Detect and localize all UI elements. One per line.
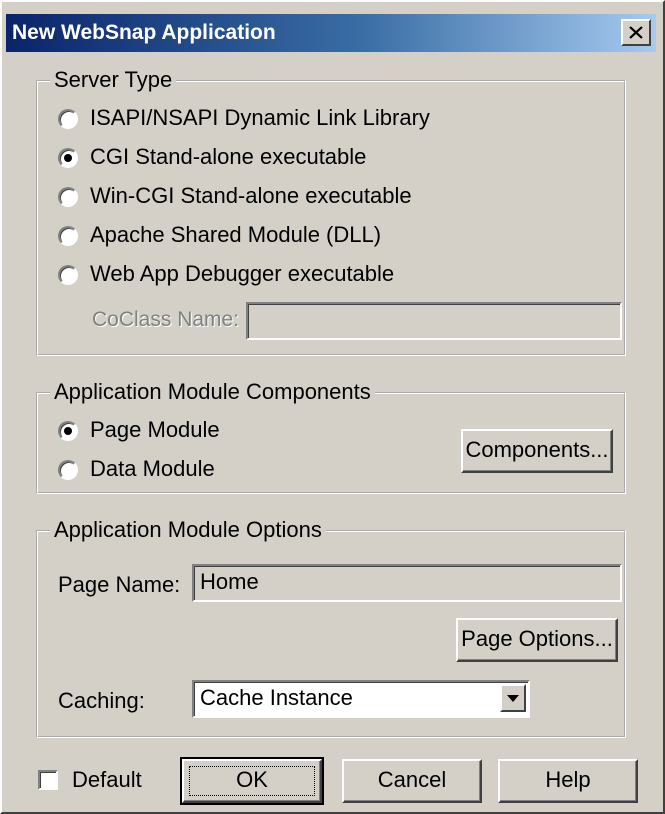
server-type-group: Server Type ISAPI/NSAPI Dynamic Link Lib… [36,67,626,356]
radio-web-app-debugger-circle[interactable] [58,265,78,285]
default-checkbox[interactable] [38,770,58,790]
page-options-button[interactable]: Page Options... [456,618,618,662]
radio-apache-circle[interactable] [58,226,78,246]
radio-apache-label: Apache Shared Module (DLL) [90,222,382,247]
module-options-group: Application Module Options Page Name: Ho… [36,517,626,738]
components-group: Application Module Components Page Modul… [36,379,626,494]
caching-label: Caching: [58,688,145,713]
cancel-button[interactable]: Cancel [342,759,482,803]
help-button[interactable]: Help [498,759,638,803]
radio-page-module-label: Page Module [90,417,220,442]
module-options-legend: Application Module Options [50,517,326,543]
radio-page-module-circle[interactable] [58,421,78,441]
page-name-label: Page Name: [58,572,181,597]
radio-win-cgi-label: Win-CGI Stand-alone executable [90,183,412,208]
new-websnap-dialog: New WebSnap Application Server Type ISAP… [0,0,665,814]
radio-data-module-label: Data Module [90,456,215,481]
coclass-name-label: CoClass Name: [92,308,240,331]
radio-win-cgi-circle[interactable] [58,187,78,207]
radio-web-app-debugger-label: Web App Debugger executable [90,261,395,286]
ok-button[interactable]: OK [180,757,324,805]
caching-dropdown-value: Cache Instance [200,685,353,710]
ok-button-label: OK [236,767,268,792]
close-button[interactable] [621,19,651,46]
page-name-input[interactable]: Home [192,564,622,602]
radio-isapi-circle[interactable] [58,109,78,129]
page-options-button-label: Page Options... [461,626,613,651]
title-bar[interactable]: New WebSnap Application [6,14,656,52]
radio-cgi-label: CGI Stand-alone executable [90,144,367,169]
radio-cgi-circle[interactable] [58,148,78,168]
close-icon [629,26,643,39]
components-button[interactable]: Components... [461,429,613,473]
caching-dropdown-button[interactable] [500,684,526,712]
server-type-legend: Server Type [50,67,177,93]
coclass-name-input [246,302,622,340]
help-button-label: Help [545,767,591,792]
radio-data-module-circle[interactable] [58,460,78,480]
default-checkbox-label[interactable]: Default [72,767,142,793]
chevron-down-icon [507,695,519,702]
components-button-label: Components... [465,437,609,462]
cancel-button-label: Cancel [377,767,447,792]
components-legend: Application Module Components [50,379,375,405]
window-title: New WebSnap Application [12,21,276,44]
caching-dropdown[interactable]: Cache Instance [192,680,530,718]
radio-isapi-label: ISAPI/NSAPI Dynamic Link Library [90,105,430,130]
